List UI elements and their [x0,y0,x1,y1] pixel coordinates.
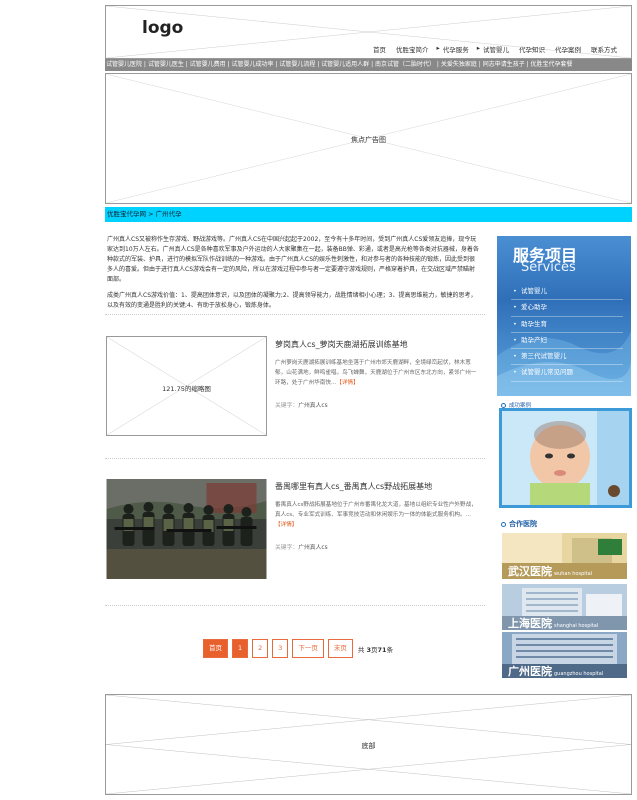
hospital-photo: 武汉医院 wuhan hospital [502,533,627,579]
nav-home[interactable]: 首页 [373,44,386,54]
article-thumbnail[interactable] [106,479,267,579]
success-case-image[interactable] [499,408,632,508]
keyword-label: 关键字： [275,545,299,551]
hospital-en: wuhan hospital [554,571,592,577]
services-panel: 服务项目 Services 试管婴儿 爱心助孕 助孕生育 助孕产妇 第三代试管婴… [497,236,631,396]
hospital-en: shanghai hospital [554,623,598,629]
divider [105,458,485,459]
site-header: logo 首页 优胜宝简介 ▸ 代孕服务 ▸ 试管婴儿 代孕知识 代孕案例 联系… [105,5,632,59]
banner-label: 焦点广告图 [351,136,386,144]
pagination: 首页 1 2 3 下一页 末页 共 3页71条 [203,639,393,658]
hospital-photo: 上海医院 shanghai hospital [502,584,627,630]
nav-surrogacy-service[interactable]: 代孕服务 [443,44,469,54]
baby-photo [502,411,629,505]
article-desc-text: 番禺真人cs野战拓展基地位于广州市番禺化龙大道，基地以组织专业性户外野战，真人c… [275,502,477,518]
article-thumbnail[interactable]: 121.75的缩略图 [106,336,267,436]
page-3-button[interactable]: 3 [272,639,289,658]
page-1-button[interactable]: 1 [232,639,249,658]
hospital-card-wuhan[interactable]: 武汉医院 wuhan hospital [502,533,627,579]
article-title[interactable]: 萝岗真人cs_萝岗天鹿湖拓展训练基地 [275,339,408,350]
focus-ad-banner[interactable]: 焦点广告图 [105,73,632,204]
divider [105,314,485,315]
keyword-link[interactable]: 广州真人cs [298,403,327,409]
hospital-name: 武汉医院 [508,564,552,578]
nav-arrow-icon: ▸ [476,44,480,52]
details-link[interactable]: 【详情】 [275,522,297,528]
nav-cases[interactable]: 代孕案例 [555,44,581,54]
hospital-en: guangzhou hospital [554,671,603,677]
service-item[interactable]: 试管婴儿常见问题 [511,365,623,382]
pager-total-count: 71 [377,645,387,654]
article-desc-text: 广州萝岗天鹿湖拓展训练基地坐落于广州市郊天鹿湖畔，全境绿峦起伏，林木葱郁，山花满… [275,360,477,386]
page-last-button[interactable]: 末页 [327,639,353,658]
hospital-photo: 广州医院 guangzhou hospital [502,632,627,678]
hospital-name: 广州医院 [508,664,552,678]
details-link[interactable]: 【详情】 [336,380,358,386]
hospital-card-guangzhou[interactable]: 广州医院 guangzhou hospital [502,632,627,678]
intro-paragraph: 成类广州真人CS游戏价值：1、提高团体意识，以及团体的凝聚力;2、提高领导能力，… [107,292,477,309]
service-item[interactable]: 第三代试管婴儿 [511,349,623,366]
hospital-card-shanghai[interactable]: 上海医院 shanghai hospital [502,584,627,630]
cs-team-photo [106,479,267,579]
category-links[interactable]: 试管婴儿医院 | 试管婴儿医生 | 试管婴儿费用 | 试管婴儿成功率 | 试管婴… [105,61,574,68]
article-desc: 广州萝岗天鹿湖拓展训练基地坐落于广州市郊天鹿湖畔，全境绿峦起伏，林木葱郁，山花满… [275,358,481,388]
services-list: 试管婴儿 爱心助孕 助孕生育 助孕产妇 第三代试管婴儿 试管婴儿常见问题 [511,284,623,382]
nav-knowledge[interactable]: 代孕知识 [519,44,545,54]
article-desc: 番禺真人cs野战拓展基地位于广州市番禺化龙大道，基地以组织专业性户外野战，真人c… [275,500,481,530]
pager-info: 共 3页71条 [358,644,393,654]
article-keywords: 关键字：广州真人cs [275,542,328,551]
circle-icon [501,521,506,527]
article-keywords: 关键字：广州真人cs [275,400,328,409]
footer-label: 底部 [361,742,376,750]
service-item[interactable]: 助孕生育 [511,317,623,333]
breadcrumb[interactable]: 优胜宝代孕网 > 广州代孕 [105,207,632,222]
nav-arrow-icon: ▸ [436,44,440,52]
nav-ivf[interactable]: 试管婴儿 [483,44,509,54]
circle-icon [501,402,506,408]
top-nav: 首页 优胜宝简介 ▸ 代孕服务 ▸ 试管婴儿 代孕知识 代孕案例 联系方式 [363,44,617,54]
category-bar[interactable]: 试管婴儿医院 | 试管婴儿医生 | 试管婴儿费用 | 试管婴儿成功率 | 试管婴… [105,59,632,71]
site-footer: 底部 [105,694,632,795]
nav-about[interactable]: 优胜宝简介 [396,44,429,54]
intro-text: 广州真人CS又被称作生存游戏、野战游戏等。广州真人CS在中国兴起起于2002，至… [107,235,479,317]
site-logo[interactable]: logo [142,18,183,38]
hospitals-heading: 合作医院 [501,519,537,529]
page-2-button[interactable]: 2 [252,639,269,658]
pager-info-prefix: 共 [357,645,365,654]
thumbnail-label: 121.75的缩略图 [162,385,211,393]
keyword-link[interactable]: 广州真人cs [298,545,327,551]
service-item[interactable]: 试管婴儿 [511,284,623,301]
service-item[interactable]: 爱心助孕 [511,300,623,317]
hospital-name: 上海医院 [508,616,552,630]
page-first-button[interactable]: 首页 [203,639,228,658]
services-subtitle: Services [521,260,576,275]
page-next-button[interactable]: 下一页 [292,639,324,658]
hospitals-heading-text: 合作医院 [509,520,537,528]
nav-contact[interactable]: 联系方式 [591,44,617,54]
pager-info-suffix: 条 [386,645,394,654]
service-item[interactable]: 助孕产妇 [511,333,623,350]
divider [105,605,485,606]
article-title[interactable]: 番禺哪里有真人cs_番禺真人cs野战拓展基地 [275,481,432,492]
keyword-label: 关键字： [275,403,299,409]
intro-paragraph: 广州真人CS又被称作生存游戏、野战游戏等。广州真人CS在中国兴起起于2002，至… [107,236,479,283]
